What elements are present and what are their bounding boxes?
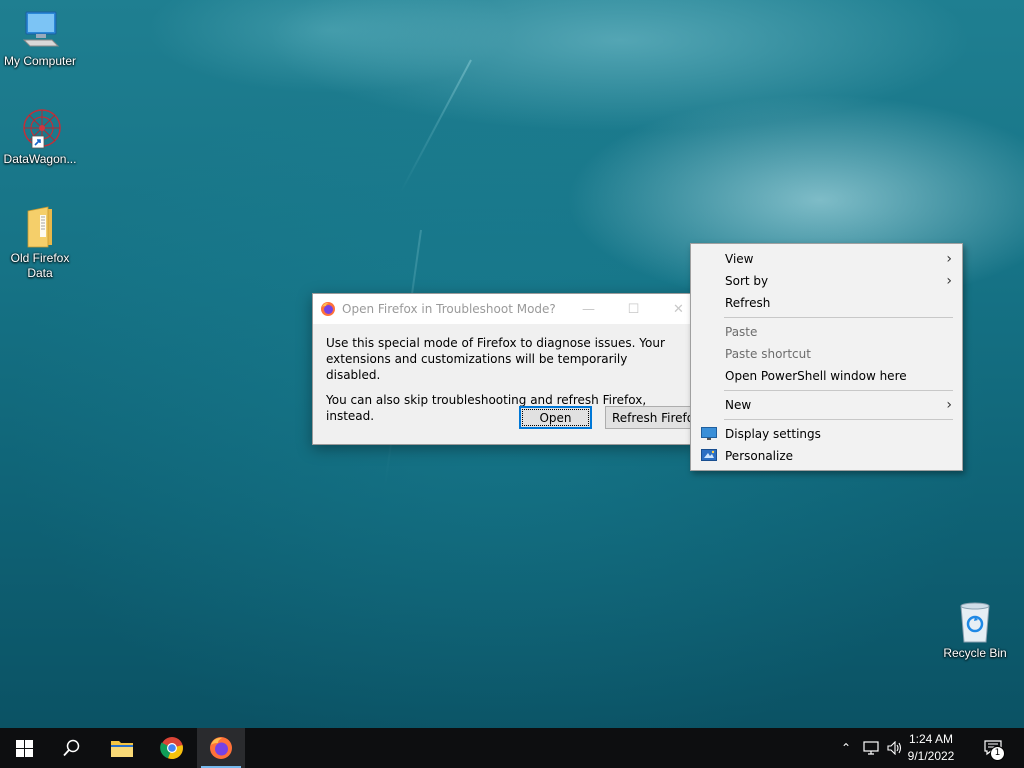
start-button[interactable] — [0, 728, 48, 768]
minimize-button[interactable]: — — [566, 294, 611, 324]
folder-icon — [18, 205, 62, 249]
menu-item-sort-by[interactable]: Sort by › — [691, 270, 962, 292]
taskbar-file-explorer[interactable] — [98, 728, 146, 768]
computer-icon — [18, 8, 62, 52]
network-button[interactable] — [860, 728, 882, 768]
recycle-bin-icon — [953, 600, 997, 644]
menu-item-label: Sort by — [725, 274, 769, 288]
open-button[interactable]: Open — [519, 406, 592, 429]
chevron-up-icon: ⌃ — [840, 741, 852, 755]
menu-separator — [724, 419, 953, 420]
light-ray — [399, 59, 472, 193]
dialog-message: Use this special mode of Firefox to diag… — [326, 336, 665, 382]
desktop-icon-label: Old Firefox Data — [10, 251, 70, 280]
search-icon — [63, 739, 80, 757]
dialog-title: Open Firefox in Troubleshoot Mode? — [342, 302, 556, 316]
refresh-firefox-button[interactable]: Refresh Firefox — [605, 406, 695, 429]
desktop-icon-recycle-bin[interactable]: Recycle Bin — [935, 600, 1015, 661]
menu-item-display-settings[interactable]: Display settings — [691, 423, 962, 445]
menu-item-personalize[interactable]: Personalize — [691, 445, 962, 467]
menu-item-label: Paste — [725, 325, 758, 339]
menu-separator — [724, 317, 953, 318]
chevron-right-icon: › — [946, 273, 952, 289]
personalize-icon — [701, 449, 717, 462]
menu-item-open-powershell[interactable]: Open PowerShell window here — [691, 365, 962, 387]
firefox-icon — [320, 301, 336, 317]
desktop-icon-old-firefox-data[interactable]: Old Firefox Data — [0, 205, 80, 281]
menu-item-new[interactable]: New › — [691, 394, 962, 416]
menu-separator — [724, 390, 953, 391]
taskbar-chrome[interactable] — [148, 728, 196, 768]
menu-item-label: Refresh — [725, 296, 771, 310]
folder-icon — [111, 741, 133, 757]
taskbar-firefox[interactable] — [197, 728, 245, 768]
taskbar-clock[interactable]: 1:24 AM 9/1/2022 — [896, 731, 966, 765]
windows-icon — [15, 739, 33, 757]
datawagon-icon — [18, 106, 62, 150]
menu-item-label: New — [725, 398, 752, 412]
network-icon — [863, 741, 879, 755]
menu-item-paste[interactable]: Paste — [691, 321, 962, 343]
chrome-icon — [160, 737, 183, 760]
clock-date: 9/1/2022 — [907, 749, 955, 763]
desktop-icon-datawagon[interactable]: DataWagon... — [0, 106, 80, 167]
menu-item-label: Open PowerShell window here — [725, 369, 907, 383]
desktop-icon-label: Recycle Bin — [943, 646, 1007, 660]
desktop-context-menu: View › Sort by › Refresh Paste Paste sho… — [690, 243, 963, 471]
notification-center-button[interactable]: 1 — [978, 728, 1008, 768]
clock-time: 1:24 AM — [908, 732, 954, 746]
menu-item-label: Display settings — [725, 427, 821, 441]
taskbar: ⌃ 1:24 AM 9/1/2022 1 — [0, 728, 1024, 768]
menu-item-label: View — [725, 252, 754, 266]
show-hidden-icons-button[interactable]: ⌃ — [836, 728, 856, 768]
notification-badge: 1 — [990, 746, 1005, 761]
dialog-titlebar[interactable]: Open Firefox in Troubleshoot Mode? — ☐ ✕ — [313, 294, 695, 324]
display-settings-icon — [701, 427, 717, 440]
menu-item-refresh[interactable]: Refresh — [691, 292, 962, 314]
menu-item-view[interactable]: View › — [691, 248, 962, 270]
desktop-icon-label: DataWagon... — [3, 152, 77, 166]
troubleshoot-mode-dialog: Open Firefox in Troubleshoot Mode? — ☐ ✕… — [312, 293, 696, 445]
firefox-icon — [210, 737, 232, 759]
desktop-icon-my-computer[interactable]: My Computer — [0, 8, 80, 69]
menu-item-label: Personalize — [725, 449, 794, 463]
search-button[interactable] — [48, 728, 96, 768]
chevron-right-icon: › — [946, 397, 952, 413]
desktop-icon-label: My Computer — [3, 54, 77, 68]
maximize-button[interactable]: ☐ — [611, 294, 656, 324]
chevron-right-icon: › — [946, 251, 952, 267]
menu-item-label: Paste shortcut — [725, 347, 811, 361]
menu-item-paste-shortcut[interactable]: Paste shortcut — [691, 343, 962, 365]
